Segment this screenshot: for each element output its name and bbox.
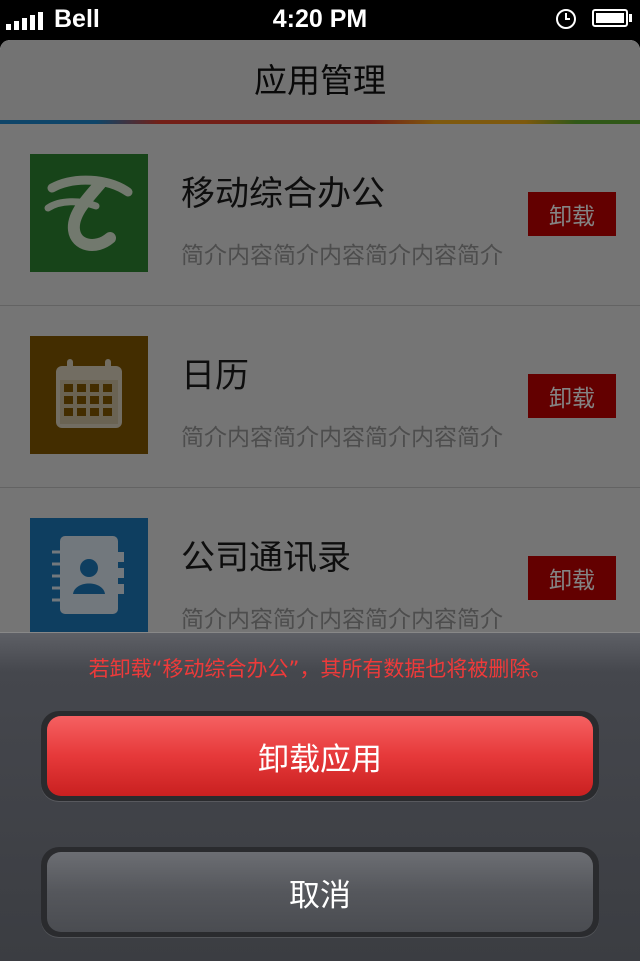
status-bar: Bell 4:20 PM <box>0 0 640 40</box>
clock-icon <box>556 9 576 29</box>
modal-overlay[interactable] <box>0 40 640 640</box>
status-time: 4:20 PM <box>272 5 368 33</box>
uninstall-app-button[interactable]: 卸载应用 <box>47 716 593 796</box>
battery-icon <box>592 9 628 27</box>
action-sheet: 若卸载“移动综合办公”，其所有数据也将被删除。 卸载应用 取消 <box>0 632 640 961</box>
battery-tip <box>629 14 632 22</box>
confirm-button-frame: 卸载应用 <box>41 711 599 801</box>
cancel-button[interactable]: 取消 <box>47 852 593 932</box>
cancel-button-frame: 取消 <box>41 847 599 937</box>
warning-message: 若卸载“移动综合办公”，其所有数据也将被删除。 <box>88 657 552 681</box>
